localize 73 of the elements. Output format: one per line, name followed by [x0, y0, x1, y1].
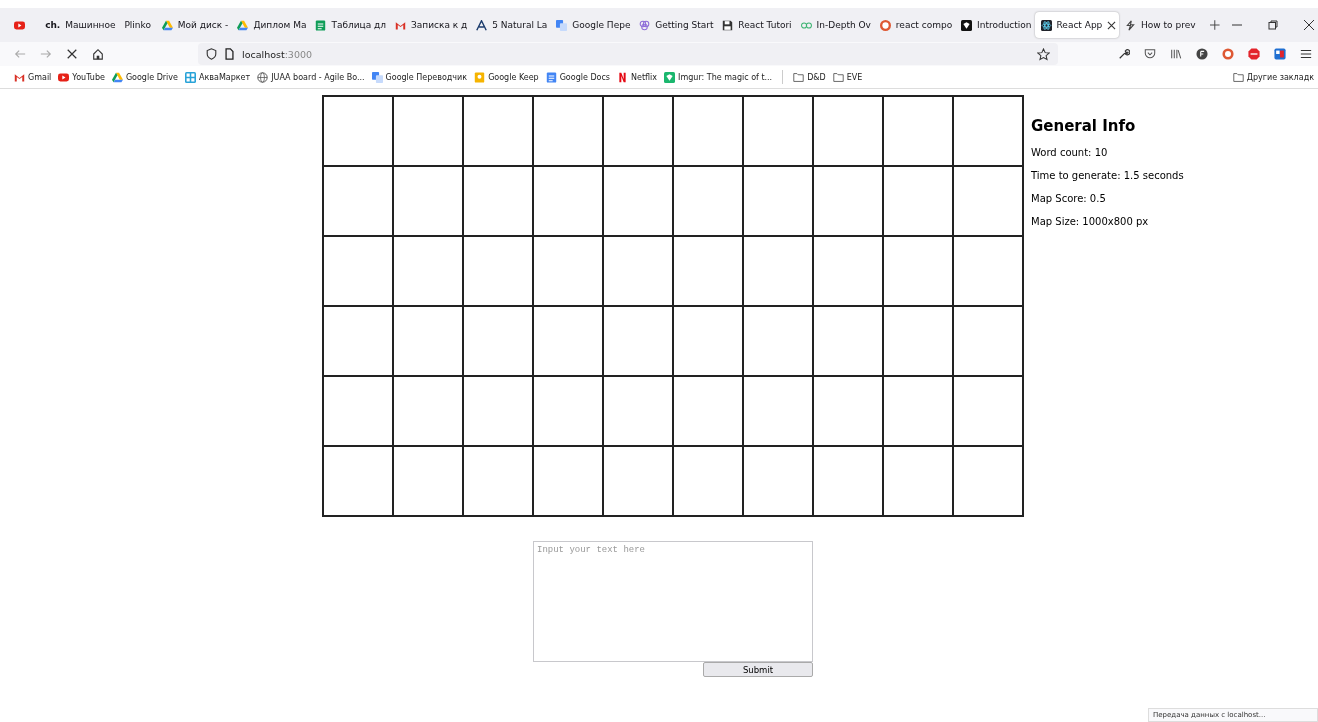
- bookmark-item[interactable]: АкваМаркет: [184, 71, 251, 83]
- grid-icon: [184, 71, 196, 83]
- bookmark-item[interactable]: JUAA board - Agile Bo...: [257, 71, 365, 83]
- bookmark-item[interactable]: Google Docs: [545, 71, 611, 83]
- bookmark-item[interactable]: Imgur: The magic of t...: [664, 71, 773, 83]
- info-line: Word count: 10: [1031, 147, 1109, 158]
- sheet-icon: [315, 19, 327, 31]
- bookmark-item[interactable]: Google Keep: [474, 71, 539, 83]
- globe-icon: [257, 71, 269, 83]
- browser-tab[interactable]: Plinko: [118, 12, 156, 38]
- text-input-field[interactable]: Input your text here: [533, 541, 813, 662]
- translate-icon: [556, 19, 568, 31]
- bookmark-item[interactable]: Gmail: [14, 71, 52, 83]
- info-line: Time to generate: 1.5 seconds: [1031, 170, 1184, 181]
- restore-icon[interactable]: [1268, 20, 1278, 30]
- browser-tab[interactable]: Мой диск -: [155, 12, 232, 38]
- bookmark-item[interactable]: YouTube: [58, 71, 105, 83]
- bookmark-item[interactable]: Google Переводчик: [371, 71, 468, 83]
- extension-icon[interactable]: [1196, 48, 1208, 60]
- triangle-icon: [237, 19, 249, 31]
- video-icon: [58, 71, 70, 83]
- star-icon[interactable]: [1037, 47, 1050, 61]
- bookmark-item[interactable]: Netflix: [617, 71, 658, 83]
- document-icon: [545, 71, 557, 83]
- browser-tab[interactable]: Таблица дл: [309, 12, 389, 38]
- pocket-icon[interactable]: [1144, 48, 1156, 60]
- browser-tab[interactable]: How to prev: [1119, 12, 1199, 38]
- video-icon: [14, 19, 25, 31]
- folder-icon: [832, 71, 844, 83]
- bookmark-item[interactable]: D&D: [793, 71, 826, 83]
- bookmark-item[interactable]: EVE: [832, 71, 863, 83]
- new-tab-icon[interactable]: [1210, 20, 1220, 30]
- home-icon[interactable]: [92, 48, 104, 60]
- triangle-icon: [111, 71, 123, 83]
- submit-button[interactable]: Submit: [703, 662, 813, 677]
- square-icon: [961, 19, 973, 31]
- folder-icon: [1232, 71, 1244, 83]
- page-icon: [224, 48, 235, 60]
- peak-icon: [476, 19, 488, 31]
- info-line: Map Size: 1000x800 px: [1031, 216, 1150, 227]
- bulb-icon: [474, 71, 486, 83]
- info-heading: General Info: [1031, 117, 1137, 135]
- library-icon[interactable]: [1170, 48, 1182, 60]
- browser-tab[interactable]: react compo: [873, 12, 956, 38]
- close-icon[interactable]: [1107, 20, 1117, 30]
- menu-icon[interactable]: [1300, 48, 1312, 60]
- link-icon: [800, 19, 812, 31]
- square-icon: [664, 71, 676, 83]
- browser-tab[interactable]: React Tutori: [716, 12, 795, 38]
- info-line: Map Score: 0.5: [1031, 193, 1107, 204]
- shield-icon: [206, 48, 217, 60]
- browser-tab[interactable]: In-Depth Ov: [794, 12, 874, 38]
- translate-icon: [371, 71, 383, 83]
- bookmark-item[interactable]: Google Drive: [111, 71, 178, 83]
- stop-sign-icon[interactable]: [1248, 48, 1260, 60]
- browser-tab[interactable]: React App: [1034, 12, 1120, 38]
- browser-tab[interactable]: ch. Машинное: [39, 12, 119, 38]
- browser-tab[interactable]: Записка к д: [389, 12, 471, 38]
- bookmark-folder[interactable]: Другие закладк: [1232, 71, 1314, 83]
- triangle-icon: [161, 19, 173, 31]
- browser-tab[interactable]: Getting Start: [633, 12, 717, 38]
- folder-icon: [793, 71, 805, 83]
- stop-icon[interactable]: [66, 48, 78, 60]
- close-icon[interactable]: [1304, 20, 1314, 30]
- wrench-icon[interactable]: [1118, 48, 1130, 60]
- browser-tab[interactable]: Introduction: [955, 12, 1035, 38]
- browser-tab[interactable]: Диплом Ма: [231, 12, 310, 38]
- letter-icon: [617, 71, 629, 83]
- extension-icon[interactable]: [1274, 48, 1286, 60]
- browser-tab[interactable]: Google Пере: [550, 12, 634, 38]
- atom-icon: [1040, 19, 1052, 31]
- browser-tab[interactable]: 5 Natural La: [470, 12, 551, 38]
- address-bar[interactable]: localhost:3000: [198, 43, 1058, 65]
